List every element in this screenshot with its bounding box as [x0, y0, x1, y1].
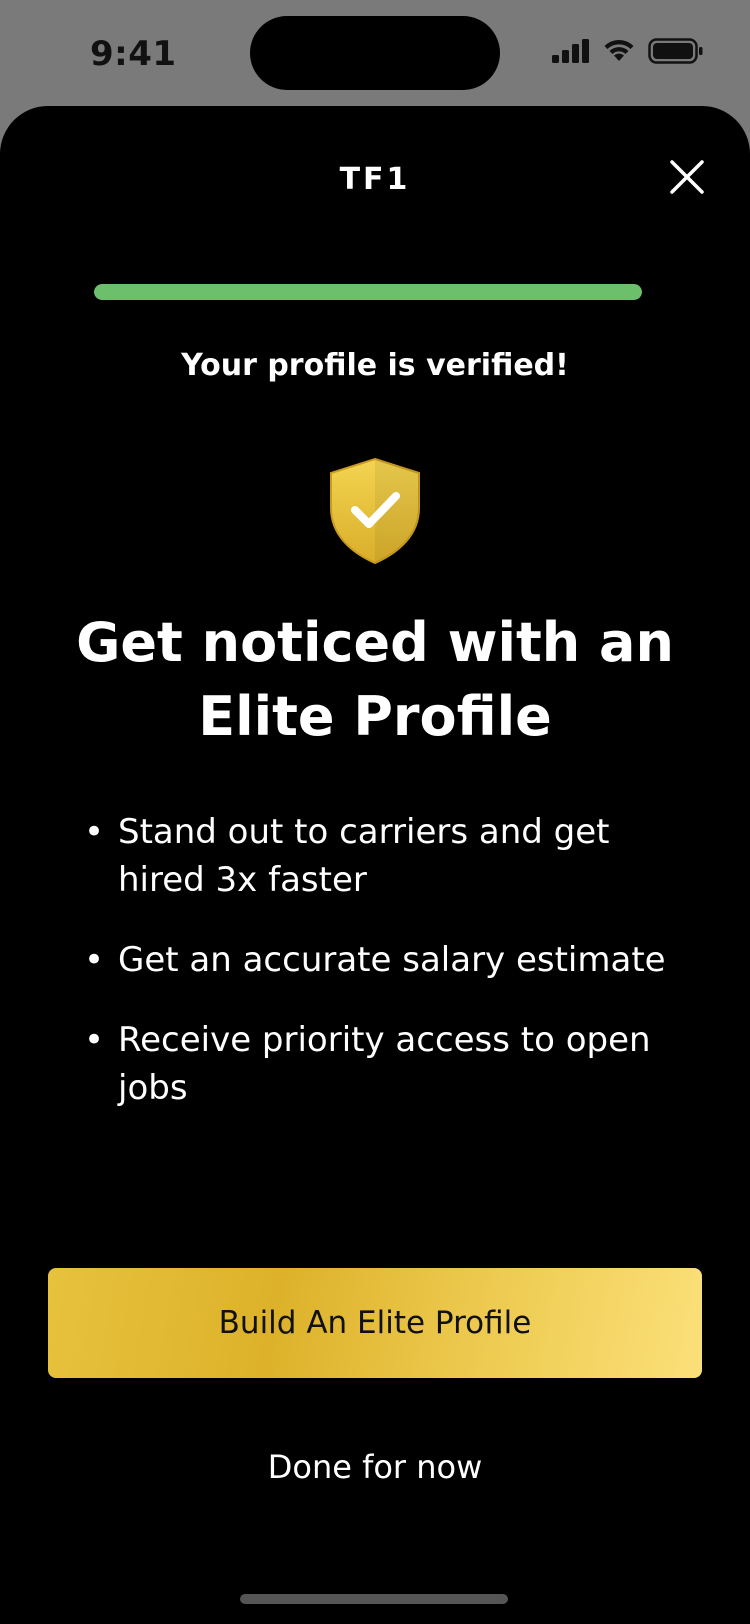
bullet: •: [84, 1020, 105, 1060]
status-bar: 9:41: [0, 0, 750, 106]
benefit-text: Get an accurate salary estimate: [118, 940, 666, 980]
close-icon[interactable]: [666, 156, 708, 198]
progress-bar: [94, 284, 642, 300]
benefit-text: Stand out to carriers and get hired 3x f…: [118, 812, 610, 900]
bullet: •: [84, 940, 105, 980]
benefits-list: • Stand out to carriers and get hired 3x…: [84, 808, 704, 1144]
build-elite-profile-button[interactable]: Build An Elite Profile: [48, 1268, 702, 1378]
bullet: •: [84, 812, 105, 852]
headline: Get noticed with an Elite Profile: [76, 611, 674, 748]
battery-icon: [648, 38, 703, 64]
verified-message: Your profile is verified!: [181, 348, 569, 383]
benefit-item: • Get an accurate salary estimate: [84, 936, 704, 984]
wifi-icon: [604, 39, 634, 61]
elite-profile-sheet: TF1 Your profile is verified! Get notice…: [0, 106, 750, 1624]
screen: 9:41 TF1 Your profile is verified! Get n…: [0, 0, 750, 1624]
benefit-text: Receive priority access to open jobs: [118, 1020, 651, 1108]
benefit-item: • Receive priority access to open jobs: [84, 1016, 704, 1112]
progress-bar-fill: [94, 284, 642, 300]
signal-icon: [552, 39, 589, 63]
dynamic-island: [250, 16, 500, 90]
done-for-now-button[interactable]: Done for now: [0, 1448, 750, 1486]
status-time: 9:41: [90, 34, 177, 74]
benefit-item: • Stand out to carriers and get hired 3x…: [84, 808, 704, 904]
build-elite-profile-label: Build An Elite Profile: [218, 1305, 532, 1341]
brand-logo: TF1: [339, 162, 411, 197]
status-icons: [552, 38, 704, 64]
shield-check-icon: [330, 457, 420, 565]
home-indicator: [240, 1594, 508, 1604]
